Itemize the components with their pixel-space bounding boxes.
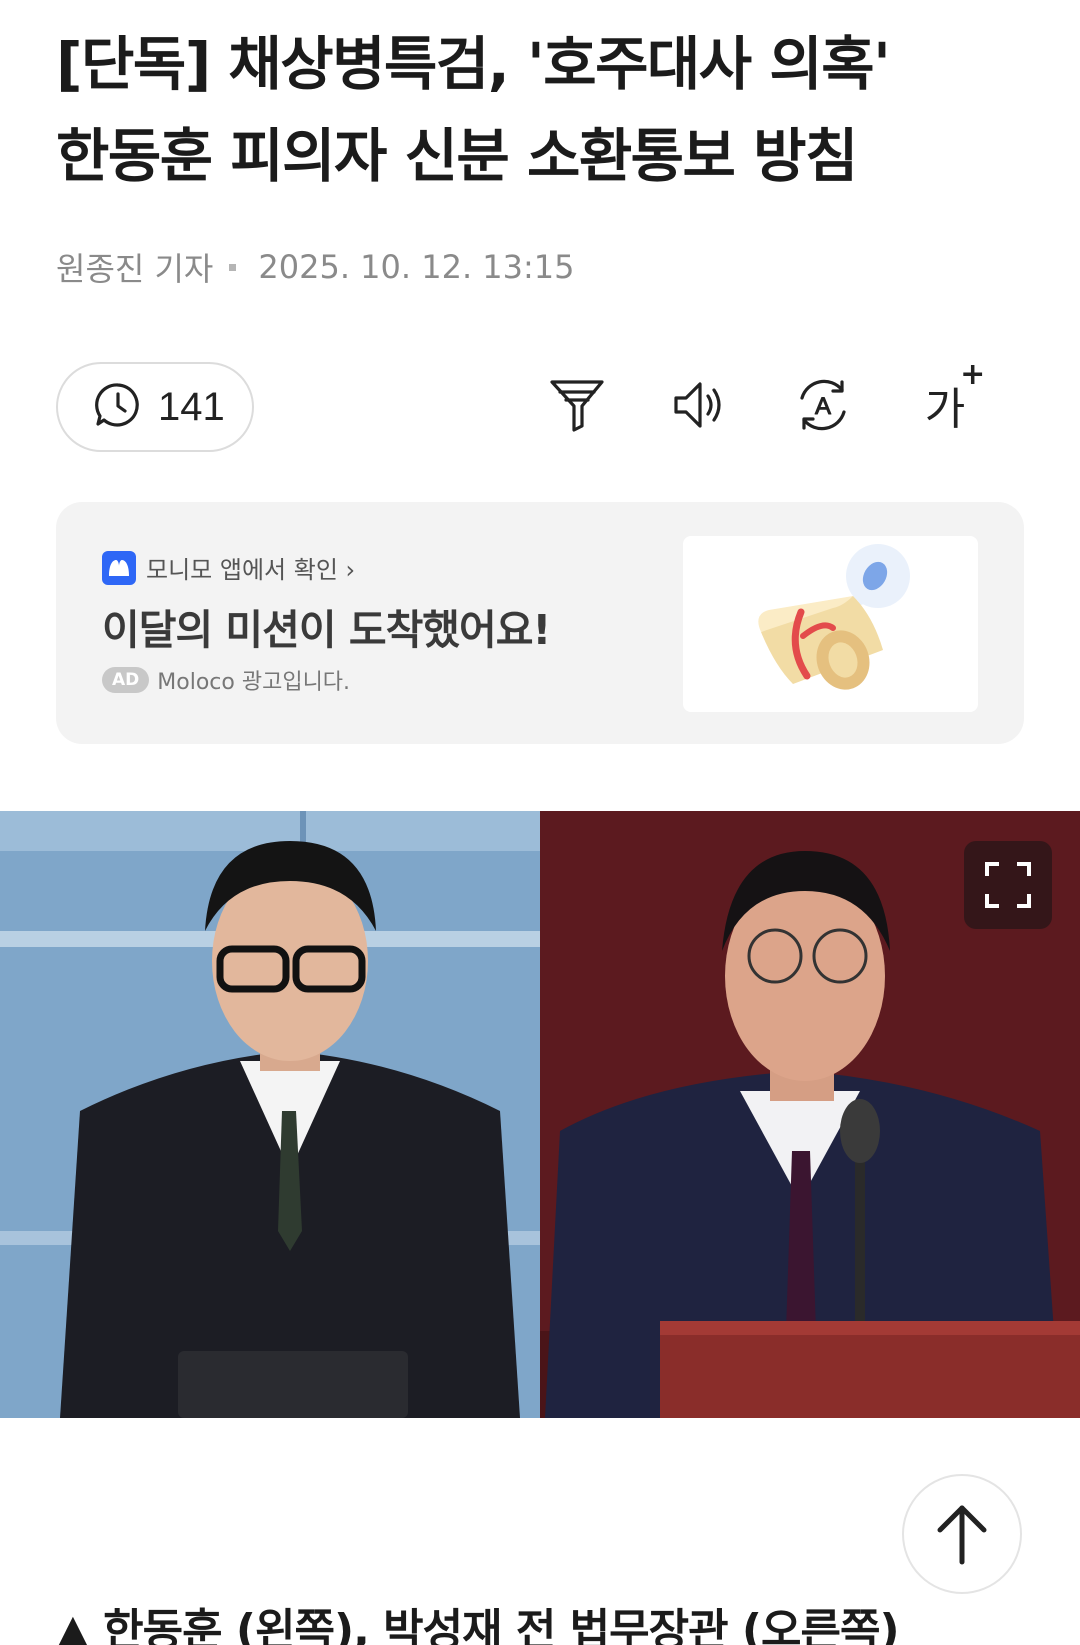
ad-badge: AD — [102, 667, 150, 693]
summary-filter-icon — [550, 380, 604, 432]
comment-icon — [92, 379, 144, 435]
comment-count: 141 — [158, 384, 225, 429]
article-meta: 원종진 기자 2025. 10. 12. 13:15 — [56, 244, 575, 290]
article-headline: [단독] 채상병특검, '호주대사 의혹' 한동훈 피의자 신분 소환통보 방침 — [56, 18, 1036, 202]
ad-source[interactable]: 모니모 앱에서 확인 › — [102, 550, 355, 585]
headline-line-2: 한동훈 피의자 신분 소환통보 방침 — [56, 122, 858, 190]
article-toolbar: 141 A 가 + — [56, 357, 1024, 452]
publish-timestamp: 2025. 10. 12. 13:15 — [258, 248, 575, 286]
ad-banner[interactable]: 모니모 앱에서 확인 › 이달의 미션이 도착했어요! AD Moloco 광고… — [56, 502, 1024, 744]
ad-image[interactable] — [683, 536, 978, 712]
fullscreen-icon — [985, 862, 1031, 908]
comment-button[interactable]: 141 — [56, 362, 254, 452]
reporter-name[interactable]: 원종진 기자 — [56, 244, 213, 290]
ad-title[interactable]: 이달의 미션이 도착했어요! — [102, 596, 551, 656]
summary-filter-button[interactable] — [544, 372, 610, 438]
headline-line-1: [단독] 채상병특검, '호주대사 의혹' — [56, 30, 891, 98]
scroll-illustration-icon — [758, 544, 910, 690]
ad-disclaimer: Moloco 광고입니다. — [157, 670, 351, 695]
font-size-icon: 가 + — [925, 357, 985, 437]
translate-button[interactable]: A — [790, 372, 856, 438]
article-photo[interactable] — [0, 811, 1080, 1418]
fullscreen-button[interactable] — [964, 841, 1052, 929]
ad-source-label: 모니모 앱에서 확인 › — [146, 556, 356, 584]
monimo-logo-icon — [102, 550, 136, 585]
photo-caption: ▲ 한동훈 (왼쪽), 박성재 전 법무장관 (오른쪽) — [56, 1605, 900, 1645]
font-size-plus: + — [960, 357, 986, 392]
speaker-button[interactable] — [666, 372, 732, 438]
article-photo-image — [0, 811, 1080, 1418]
font-size-button[interactable]: 가 + — [912, 357, 985, 438]
speaker-icon — [674, 382, 721, 428]
translate-letter: A — [815, 393, 831, 420]
translate-icon: A — [800, 379, 846, 431]
meta-separator — [229, 263, 237, 271]
scroll-to-top-button[interactable] — [902, 1474, 1022, 1594]
arrow-up-icon — [937, 1505, 987, 1565]
ad-disclaimer-row: AD Moloco 광고입니다. — [102, 664, 350, 696]
